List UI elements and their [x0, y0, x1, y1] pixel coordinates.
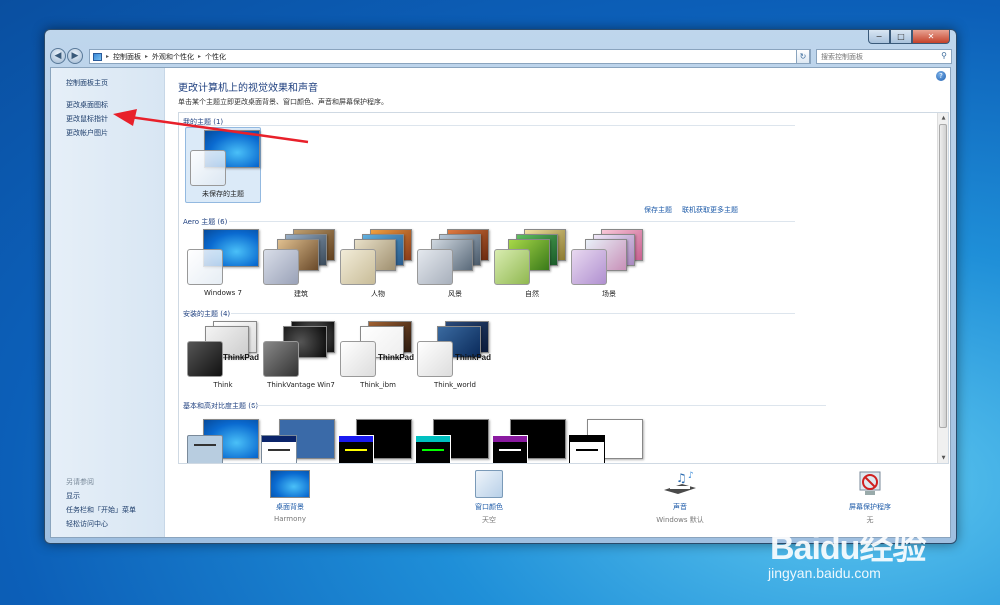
watermark-brand: Baidu经验: [770, 529, 926, 567]
baidu-watermark: Baidu经验 jingyan.baidu.com: [768, 520, 926, 581]
red-annotation-arrow: [113, 109, 309, 144]
